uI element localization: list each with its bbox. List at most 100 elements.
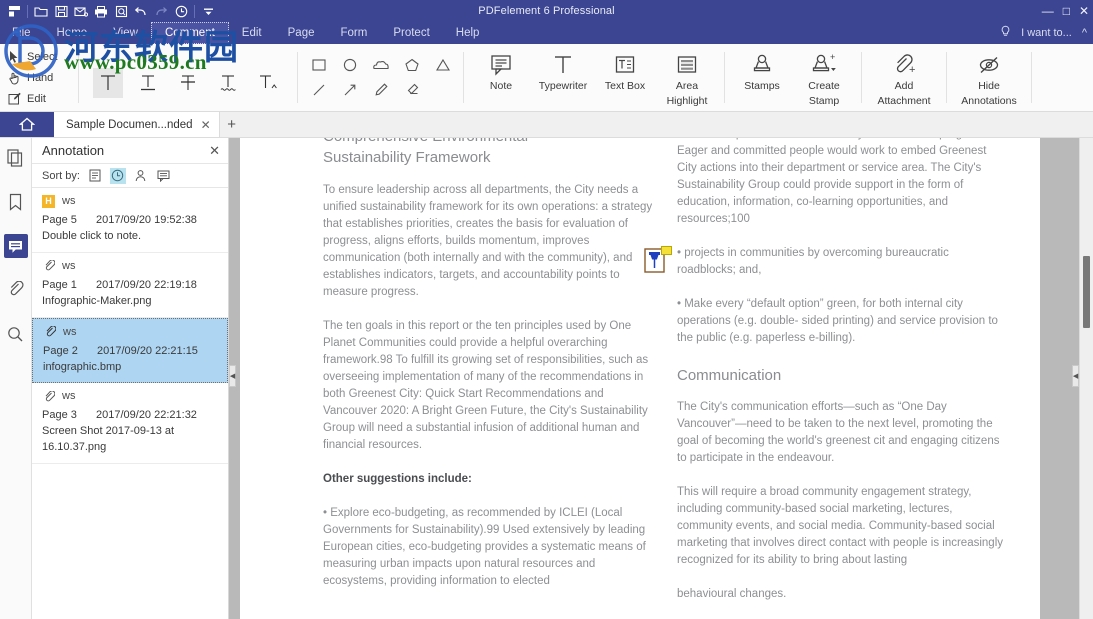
thumbnails-panel-icon[interactable] <box>4 146 28 170</box>
area-highlight-button[interactable]: Area Highlight <box>656 44 718 111</box>
menu-item-file[interactable]: File <box>0 22 44 44</box>
open-icon[interactable] <box>31 1 51 21</box>
document-tab[interactable]: Sample Documen...nded ✕ <box>54 112 220 137</box>
maximize-button[interactable]: □ <box>1063 5 1070 17</box>
hide-annotations-icon <box>975 51 1003 77</box>
page-columns: Comprehensive EnvironmentalSustainabilit… <box>240 138 1040 619</box>
menu-item-page[interactable]: Page <box>275 22 328 44</box>
undo-icon[interactable] <box>131 1 151 21</box>
list-item[interactable]: ws Page 3 2017/09/20 22:21:32 Screen Sho… <box>32 383 228 464</box>
highlight-text-tool[interactable] <box>93 68 123 98</box>
annotation-timestamp: 2017/09/20 22:21:32 <box>96 408 197 424</box>
menu-item-help[interactable]: Help <box>443 22 493 44</box>
search-panel-icon[interactable] <box>4 322 28 346</box>
text-box-button-label: Text Box <box>605 80 645 92</box>
collapse-ribbon-button[interactable]: ^ <box>1082 27 1087 39</box>
annotation-timestamp: 2017/09/20 19:52:38 <box>96 213 197 229</box>
eraser-tool[interactable] <box>401 80 422 101</box>
list-item[interactable]: H ws Page 5 2017/09/20 19:52:38 Double c… <box>32 188 228 253</box>
document-tab-title: Sample Documen...nded <box>66 119 193 131</box>
menu-item-view[interactable]: View <box>100 22 151 44</box>
save-icon[interactable] <box>51 1 71 21</box>
sort-by-type-icon[interactable] <box>156 168 172 184</box>
qat-separator-1 <box>27 5 28 18</box>
annotation-page: Page 2 <box>43 344 83 360</box>
annotation-timestamp: 2017/09/20 22:21:15 <box>97 344 198 360</box>
typewriter-button-label: Typewriter <box>539 80 587 92</box>
annotation-item-header: H ws <box>42 194 219 210</box>
pdf-page[interactable]: Comprehensive EnvironmentalSustainabilit… <box>240 138 1040 619</box>
annotation-item-header: ws <box>43 325 218 341</box>
stamps-button[interactable]: Stamps <box>731 44 793 111</box>
note-button[interactable]: Note <box>470 44 532 111</box>
pencil-draw-tool[interactable] <box>370 80 391 101</box>
create-stamp-button[interactable]: + Create Stamp <box>793 44 855 111</box>
paragraph: • projects in communities by overcoming … <box>677 245 1007 279</box>
typewriter-button[interactable]: Typewriter <box>532 44 594 111</box>
rectangle-shape-tool[interactable] <box>308 55 329 76</box>
attachment-icon <box>43 326 56 339</box>
qat-separator-2 <box>194 5 195 18</box>
new-tab-button[interactable]: + <box>220 112 244 137</box>
sort-by-page-icon[interactable] <box>87 168 103 184</box>
text-box-icon <box>613 51 637 77</box>
annotation-author: ws <box>62 389 75 405</box>
shape-tools-row-1 <box>308 55 453 76</box>
scrollbar-thumb[interactable] <box>1083 256 1090 328</box>
menu-item-edit[interactable]: Edit <box>229 22 275 44</box>
sort-by-time-icon[interactable] <box>110 168 126 184</box>
create-stamp-label-1: Create <box>808 80 840 92</box>
print-icon[interactable] <box>91 1 111 21</box>
annotation-body: infographic.bmp <box>43 360 218 376</box>
list-item[interactable]: ws Page 2 2017/09/20 22:21:15 infographi… <box>32 318 228 384</box>
select-tool[interactable]: Select <box>6 46 72 67</box>
squiggly-underline-text-tool[interactable] <box>213 68 243 98</box>
attachments-panel-icon[interactable] <box>4 278 28 302</box>
edit-tool[interactable]: Edit <box>6 88 72 109</box>
add-attachment-button[interactable]: + Add Attachment <box>868 44 940 111</box>
ribbon-separator-6 <box>946 52 947 103</box>
close-icon[interactable]: ✕ <box>201 118 211 132</box>
collapse-left-panel-handle[interactable]: ◀ <box>229 365 236 387</box>
cloud-shape-tool[interactable] <box>370 55 391 76</box>
line-shape-tool[interactable] <box>308 80 329 101</box>
page-title: Comprehensive EnvironmentalSustainabilit… <box>323 138 653 168</box>
history-icon[interactable] <box>171 1 191 21</box>
annotation-list[interactable]: H ws Page 5 2017/09/20 19:52:38 Double c… <box>32 188 228 619</box>
shape-tools-group <box>304 44 457 111</box>
document-viewport[interactable]: Comprehensive EnvironmentalSustainabilit… <box>229 138 1093 619</box>
ribbon-separator-4 <box>724 52 725 103</box>
sort-by-author-icon[interactable] <box>133 168 149 184</box>
bookmarks-panel-icon[interactable] <box>4 190 28 214</box>
strikethrough-text-tool[interactable] <box>173 68 203 98</box>
underline-text-tool[interactable] <box>133 68 163 98</box>
hand-tool-label: Hand <box>27 72 53 84</box>
i-want-to-link[interactable]: I want to... <box>1021 27 1072 39</box>
scrollbar[interactable] <box>1079 138 1093 619</box>
email-icon[interactable] <box>71 1 91 21</box>
open-polygon-shape-tool[interactable] <box>432 55 453 76</box>
close-icon[interactable]: ✕ <box>209 143 220 159</box>
menu-item-form[interactable]: Form <box>327 22 380 44</box>
collapse-right-panel-handle[interactable]: ◀ <box>1072 365 1079 387</box>
caret-insert-text-tool[interactable] <box>253 68 283 98</box>
arrow-shape-tool[interactable] <box>339 80 360 101</box>
ellipse-shape-tool[interactable] <box>339 55 360 76</box>
minimize-button[interactable]: — <box>1042 5 1054 17</box>
hide-annotations-button[interactable]: Hide Annotations <box>953 44 1025 111</box>
customize-qat-icon[interactable] <box>198 1 218 21</box>
home-tab-button[interactable] <box>0 112 54 137</box>
menu-item-comment[interactable]: Comment <box>151 22 229 44</box>
menu-item-protect[interactable]: Protect <box>380 22 442 44</box>
text-box-button[interactable]: Text Box <box>594 44 656 111</box>
list-item[interactable]: ws Page 1 2017/09/20 22:19:18 Infographi… <box>32 253 228 318</box>
app-menu-icon[interactable] <box>4 1 24 21</box>
preview-icon[interactable] <box>111 1 131 21</box>
hand-tool[interactable]: Hand <box>6 67 72 88</box>
menu-bar: File Home View Comment Edit Page Form Pr… <box>0 22 1093 44</box>
annotations-panel-icon[interactable] <box>4 234 28 258</box>
close-button[interactable]: ✕ <box>1079 5 1089 17</box>
annotation-item-meta: Page 3 2017/09/20 22:21:32 <box>42 408 219 424</box>
polygon-shape-tool[interactable] <box>401 55 422 76</box>
menu-item-home[interactable]: Home <box>44 22 101 44</box>
